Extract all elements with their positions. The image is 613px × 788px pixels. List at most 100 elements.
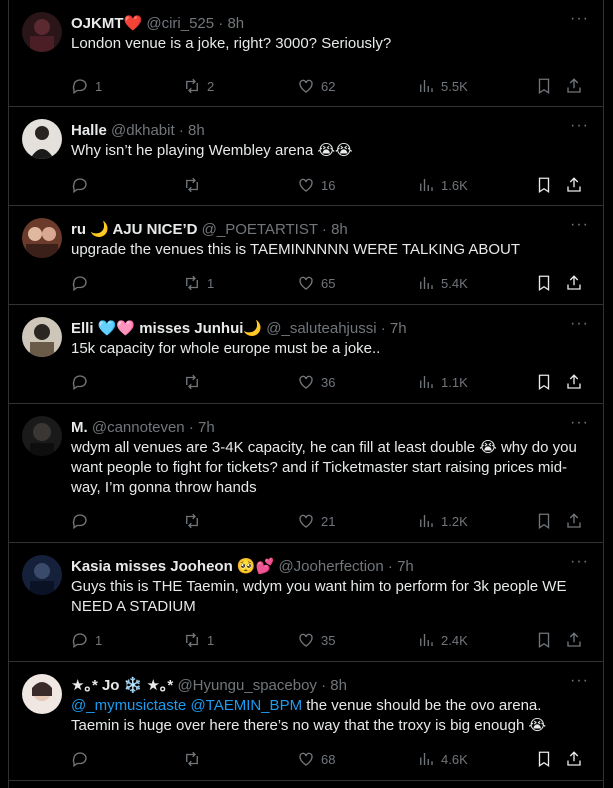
tweet[interactable]: M. @cannoteven · 7h ··· wdym all venues … <box>9 404 603 543</box>
retweet-button[interactable]: 1 <box>183 274 214 292</box>
bookmark-button[interactable] <box>535 750 553 768</box>
bookmark-button[interactable] <box>535 373 553 391</box>
tweet[interactable]: Halle @dkhabit · 8h ··· Why isn’t he pla… <box>9 107 603 206</box>
timestamp[interactable]: 7h <box>198 419 215 436</box>
avatar[interactable] <box>22 119 62 159</box>
avatar[interactable] <box>22 317 62 357</box>
share-icon <box>567 275 581 290</box>
more-options-icon[interactable]: ··· <box>570 553 589 571</box>
avatar[interactable] <box>22 416 62 456</box>
timestamp[interactable]: 7h <box>390 320 407 337</box>
reply-button[interactable] <box>71 274 89 292</box>
more-options-icon[interactable]: ··· <box>570 216 589 234</box>
author-handle[interactable]: @cannoteven <box>92 419 185 436</box>
avatar[interactable] <box>22 674 62 714</box>
retweet-button[interactable]: 1 <box>183 631 214 649</box>
reply-button[interactable]: 1 <box>71 631 102 649</box>
author-name[interactable]: Kasia misses Jooheon 🥺💕 <box>71 558 274 575</box>
share-button[interactable] <box>565 77 583 95</box>
views-button[interactable]: 5.5K <box>417 77 468 95</box>
timeline-border-right <box>603 0 604 788</box>
views-button[interactable]: 1.2K <box>417 512 468 530</box>
tweet[interactable]: ★｡* Jo ❄️ ★｡* @Hyungu_spaceboy · 8h ··· … <box>9 662 603 781</box>
like-button[interactable]: 21 <box>297 512 335 530</box>
author-name[interactable]: OJKMT <box>71 15 124 32</box>
timestamp[interactable]: 8h <box>188 122 205 139</box>
more-options-icon[interactable]: ··· <box>570 672 589 690</box>
retweet-button[interactable] <box>183 176 201 194</box>
avatar[interactable] <box>22 555 62 595</box>
timestamp[interactable]: 8h <box>330 677 347 694</box>
mention-link[interactable]: @_mymusictaste <box>71 697 186 714</box>
action-bar: 1 1 35 2.4K <box>71 631 589 651</box>
bookmark-button[interactable] <box>535 176 553 194</box>
like-button[interactable]: 36 <box>297 373 335 391</box>
retweet-button[interactable] <box>183 750 201 768</box>
reply-button[interactable] <box>71 512 89 530</box>
tweet[interactable]: OJKMT❤️ @ciri_525 · 8h ··· London venue … <box>9 0 603 107</box>
retweet-button[interactable] <box>183 373 201 391</box>
author-name[interactable]: ru 🌙 AJU NICE’D <box>71 221 197 238</box>
share-icon <box>567 374 581 389</box>
bookmark-button[interactable] <box>535 631 553 649</box>
share-button[interactable] <box>565 373 583 391</box>
retweet-icon <box>186 177 198 193</box>
reply-button[interactable] <box>71 373 89 391</box>
views-button[interactable]: 1.6K <box>417 176 468 194</box>
retweet-count: 2 <box>207 78 215 94</box>
separator-dot: · <box>218 15 224 32</box>
view-count: 2.4K <box>441 632 468 648</box>
tweet[interactable]: Elli 🩵🩷 misses Junhui🌙 @_saluteahjussi ·… <box>9 305 603 404</box>
timestamp[interactable]: 7h <box>397 558 414 575</box>
share-button[interactable] <box>565 274 583 292</box>
mention-link[interactable]: @TAEMIN_BPM <box>190 697 302 714</box>
like-button[interactable]: 65 <box>297 274 335 292</box>
author-handle[interactable]: @dkhabit <box>111 122 175 139</box>
bookmark-button[interactable] <box>535 274 553 292</box>
retweet-icon <box>186 78 198 94</box>
retweet-icon <box>186 632 198 648</box>
like-button[interactable]: 68 <box>297 750 335 768</box>
like-button[interactable]: 16 <box>297 176 335 194</box>
reply-button[interactable]: 1 <box>71 77 102 95</box>
more-options-icon[interactable]: ··· <box>570 10 589 28</box>
views-button[interactable]: 5.4K <box>417 274 468 292</box>
timestamp[interactable]: 8h <box>331 221 348 238</box>
author-name[interactable]: Elli 🩵🩷 misses Junhui🌙 <box>71 320 262 337</box>
more-options-icon[interactable]: ··· <box>570 414 589 432</box>
more-options-icon[interactable]: ··· <box>570 315 589 333</box>
retweet-icon <box>186 374 198 390</box>
author-handle[interactable]: @Jooherfection <box>278 558 383 575</box>
like-count: 65 <box>321 275 336 291</box>
author-handle[interactable]: @ciri_525 <box>146 15 214 32</box>
like-button[interactable]: 35 <box>297 631 335 649</box>
bookmark-button[interactable] <box>535 77 553 95</box>
bookmark-button[interactable] <box>535 512 553 530</box>
share-button[interactable] <box>565 631 583 649</box>
reply-button[interactable] <box>71 750 89 768</box>
author-name[interactable]: Halle <box>71 122 107 139</box>
author-handle[interactable]: @_POETARTIST <box>202 221 318 238</box>
author-handle[interactable]: @_saluteahjussi <box>266 320 376 337</box>
views-button[interactable]: 1.1K <box>417 373 468 391</box>
author-name[interactable]: ★｡* Jo ❄️ ★｡* <box>71 677 173 694</box>
reply-count: 1 <box>95 78 103 94</box>
views-button[interactable]: 2.4K <box>417 631 468 649</box>
more-options-icon[interactable]: ··· <box>570 117 589 135</box>
tweet[interactable]: Kasia misses Jooheon 🥺💕 @Jooherfection ·… <box>9 543 603 662</box>
like-count: 62 <box>321 78 336 94</box>
views-button[interactable]: 4.6K <box>417 750 468 768</box>
like-button[interactable]: 62 <box>297 77 335 95</box>
timestamp[interactable]: 8h <box>227 15 244 32</box>
reply-button[interactable] <box>71 176 89 194</box>
share-button[interactable] <box>565 512 583 530</box>
tweet[interactable]: ru 🌙 AJU NICE’D @_POETARTIST · 8h ··· up… <box>9 206 603 305</box>
author-name[interactable]: M. <box>71 419 88 436</box>
retweet-button[interactable] <box>183 512 201 530</box>
author-handle[interactable]: @Hyungu_spaceboy <box>177 677 316 694</box>
avatar[interactable] <box>22 218 62 258</box>
share-button[interactable] <box>565 176 583 194</box>
retweet-button[interactable]: 2 <box>183 77 214 95</box>
share-button[interactable] <box>565 750 583 768</box>
avatar[interactable] <box>22 12 62 52</box>
